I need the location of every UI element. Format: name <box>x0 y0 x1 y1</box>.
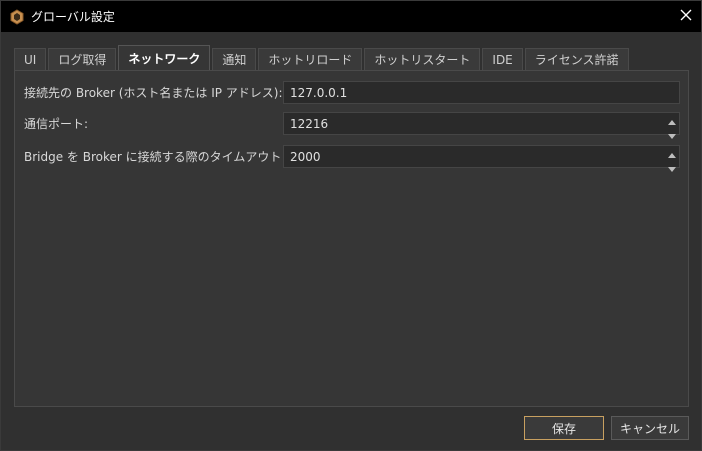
save-button[interactable]: 保存 <box>524 416 604 440</box>
cancel-button[interactable]: キャンセル <box>611 416 689 440</box>
timeout-spinbox[interactable] <box>283 145 680 172</box>
title-bar[interactable]: グローバル設定 <box>1 1 701 32</box>
port-row: 通信ポート: <box>15 112 688 139</box>
port-increment-button[interactable] <box>666 114 678 128</box>
tab-hot-restart[interactable]: ホットリスタート <box>364 48 481 70</box>
network-settings-panel: 接続先の Broker (ホスト名または IP アドレス): 通信ポート: <box>14 70 689 407</box>
tab-ui[interactable]: UI <box>14 48 47 70</box>
close-icon <box>680 9 692 24</box>
timeout-row: Bridge を Broker に接続する際のタイムアウト (ミリ秒): <box>15 145 688 172</box>
tab-ide[interactable]: IDE <box>482 48 523 70</box>
close-button[interactable] <box>671 1 701 32</box>
window-title: グローバル設定 <box>31 10 115 24</box>
tab-logging[interactable]: ログ取得 <box>48 48 117 70</box>
port-spinbox[interactable] <box>283 112 680 139</box>
port-label: 通信ポート: <box>24 117 89 131</box>
tab-license[interactable]: ライセンス許諾 <box>524 48 629 70</box>
port-input[interactable] <box>284 113 666 134</box>
broker-host-input[interactable] <box>283 81 680 104</box>
triangle-up-icon <box>668 147 676 161</box>
triangle-down-icon <box>668 128 676 142</box>
timeout-decrement-button[interactable] <box>666 161 678 175</box>
port-spin-buttons <box>666 114 678 139</box>
global-settings-dialog: グローバル設定 UI ログ取得 ネットワーク 通知 ホットリロード ホットリスタ… <box>0 0 702 451</box>
tab-hot-reload[interactable]: ホットリロード <box>258 48 363 70</box>
broker-host-row: 接続先の Broker (ホスト名または IP アドレス): <box>15 81 688 105</box>
triangle-up-icon <box>668 114 676 128</box>
triangle-down-icon <box>668 161 676 175</box>
port-decrement-button[interactable] <box>666 128 678 142</box>
broker-host-label: 接続先の Broker (ホスト名または IP アドレス): <box>24 86 283 100</box>
tab-network[interactable]: ネットワーク <box>118 45 211 70</box>
timeout-increment-button[interactable] <box>666 147 678 161</box>
timeout-spin-buttons <box>666 147 678 172</box>
settings-tab-bar: UI ログ取得 ネットワーク 通知 ホットリロード ホットリスタート IDE ラ… <box>14 45 631 70</box>
timeout-input[interactable] <box>284 146 666 167</box>
app-logo-icon <box>9 8 25 25</box>
tab-notifications[interactable]: 通知 <box>212 48 257 70</box>
